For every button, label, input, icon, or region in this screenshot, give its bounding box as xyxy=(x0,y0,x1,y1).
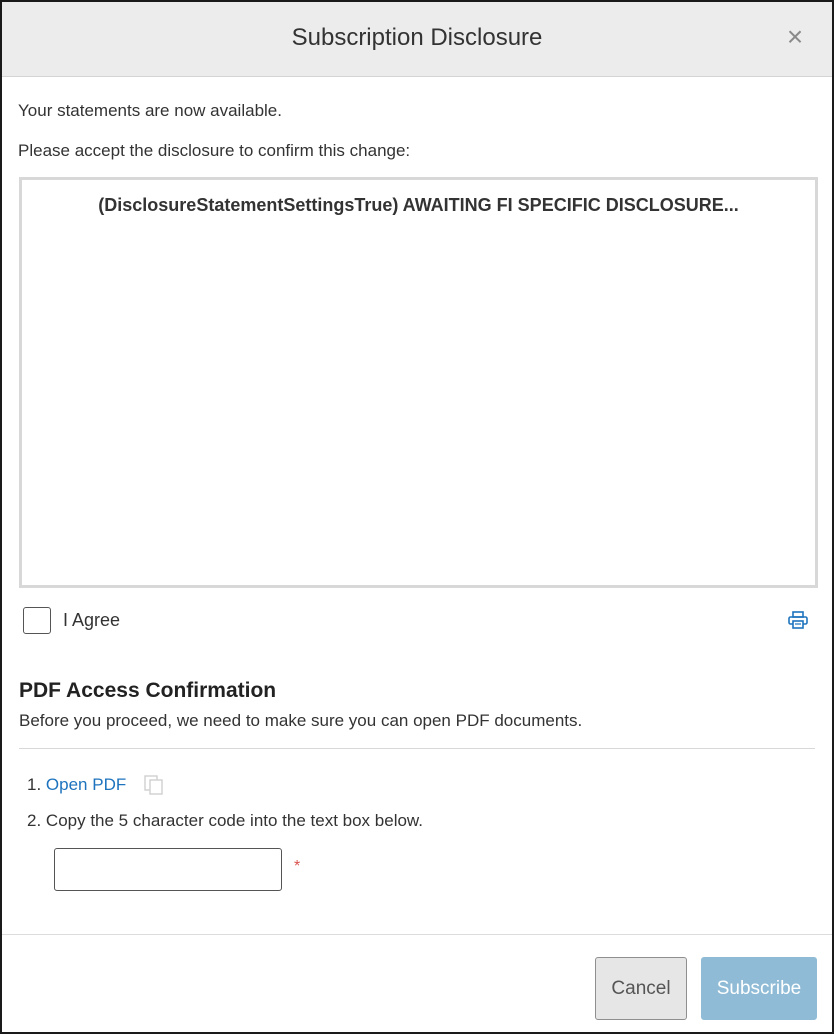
step-copy-code: 2. Copy the 5 character code into the te… xyxy=(27,811,423,831)
dialog-title: Subscription Disclosure xyxy=(291,24,543,51)
copy-icon[interactable] xyxy=(143,774,165,796)
step-copy-code-text: Copy the 5 character code into the text … xyxy=(45,811,423,830)
close-icon[interactable]: × xyxy=(780,22,810,52)
pdf-access-heading: PDF Access Confirmation xyxy=(19,679,277,702)
agree-label[interactable]: I Agree xyxy=(63,610,120,631)
section-divider xyxy=(19,748,815,749)
disclosure-content-box[interactable]: (DisclosureStatementSettingsTrue) AWAITI… xyxy=(19,177,818,588)
open-pdf-link[interactable]: Open PDF xyxy=(46,775,126,794)
subscription-disclosure-dialog: Subscription Disclosure × Your statement… xyxy=(0,0,834,1034)
disclosure-text: (DisclosureStatementSettingsTrue) AWAITI… xyxy=(98,195,739,215)
pdf-code-input[interactable] xyxy=(54,848,282,891)
required-indicator: * xyxy=(294,858,301,875)
step-open-pdf: 1. Open PDF xyxy=(27,775,126,795)
step-number: 2. xyxy=(27,811,42,830)
agree-checkbox[interactable] xyxy=(23,607,51,634)
dialog-header: Subscription Disclosure × xyxy=(2,2,832,77)
accept-disclosure-instruction: Please accept the disclosure to confirm … xyxy=(18,141,411,160)
footer-divider xyxy=(2,934,832,935)
print-icon[interactable] xyxy=(788,611,808,629)
statements-available-text: Your statements are now available. xyxy=(18,101,282,120)
cancel-button[interactable]: Cancel xyxy=(595,957,687,1020)
step-number: 1. xyxy=(27,775,42,794)
pdf-access-description: Before you proceed, we need to make sure… xyxy=(19,711,583,730)
subscribe-button[interactable]: Subscribe xyxy=(701,957,817,1020)
